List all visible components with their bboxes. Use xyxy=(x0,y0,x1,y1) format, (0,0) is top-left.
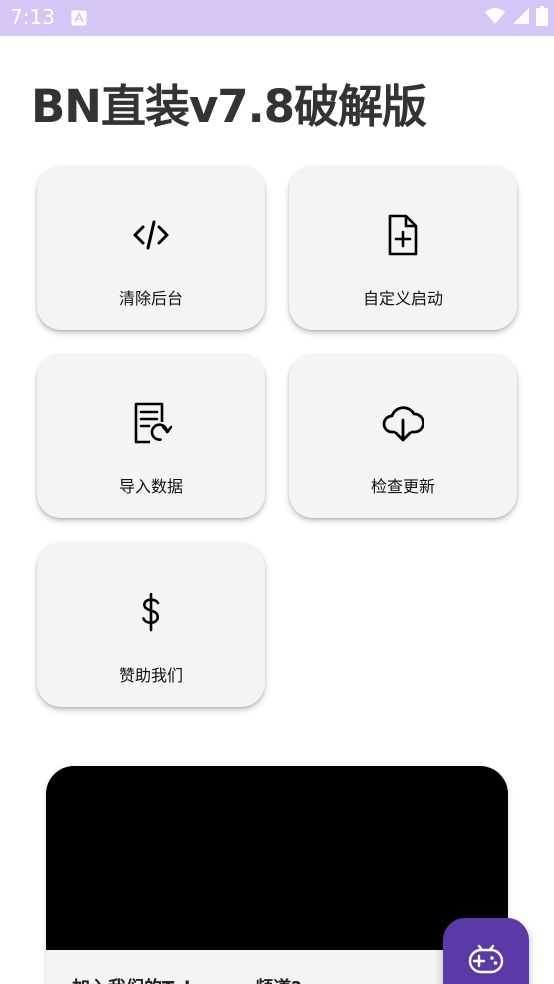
gamepad-icon xyxy=(468,944,504,978)
tile-label: 自定义启动 xyxy=(362,289,443,308)
status-bar: 7:13 xyxy=(0,0,554,36)
wifi-icon xyxy=(484,7,506,29)
status-time: 7:13 xyxy=(10,5,55,29)
card-media xyxy=(46,766,508,950)
clear-background-button[interactable]: 清除后台 xyxy=(37,166,265,330)
page-title: BN直装v7.8破解版 xyxy=(31,80,427,133)
gamepad-fab-button[interactable] xyxy=(443,918,529,984)
tile-label: 赞助我们 xyxy=(118,666,183,685)
signal-icon xyxy=(512,7,530,29)
cloud-download-icon xyxy=(289,402,517,444)
document-sync-icon xyxy=(37,402,265,444)
telegram-card[interactable]: 加入我们的Telegram频道? xyxy=(46,766,508,984)
status-icons xyxy=(484,6,548,30)
dollar-icon xyxy=(37,591,265,633)
tile-label: 检查更新 xyxy=(370,477,435,496)
notification-a-icon xyxy=(71,10,87,26)
custom-launch-button[interactable]: 自定义启动 xyxy=(289,166,517,330)
tile-label: 导入数据 xyxy=(118,477,183,496)
check-update-button[interactable]: 检查更新 xyxy=(289,354,517,518)
import-data-button[interactable]: 导入数据 xyxy=(37,354,265,518)
tile-label: 清除后台 xyxy=(118,289,183,308)
card-text: 加入我们的Telegram频道? xyxy=(72,974,302,984)
code-icon xyxy=(37,214,265,256)
file-add-icon xyxy=(289,214,517,256)
battery-icon xyxy=(536,6,548,30)
sponsor-us-button[interactable]: 赞助我们 xyxy=(37,543,265,707)
